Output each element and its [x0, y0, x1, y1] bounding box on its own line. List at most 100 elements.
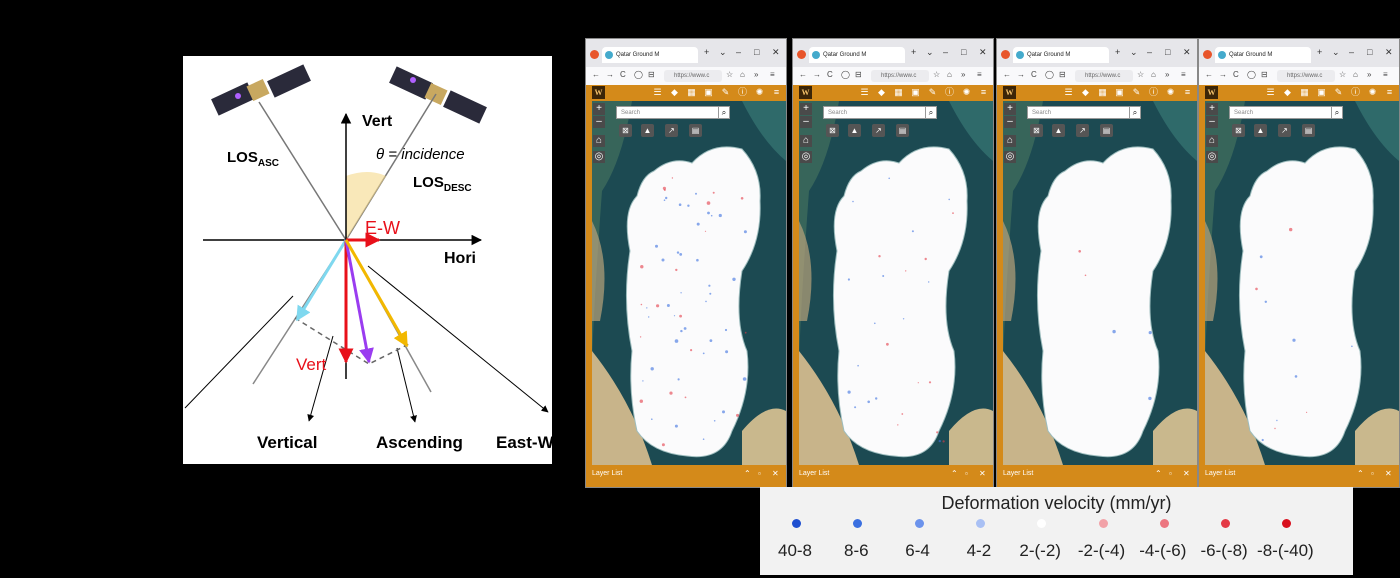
- search-icon[interactable]: ⌕: [925, 106, 937, 119]
- image-widget-icon[interactable]: ▲: [1052, 124, 1065, 137]
- reload-icon[interactable]: C: [620, 70, 626, 79]
- expand-icon[interactable]: ⌃: [951, 469, 958, 478]
- table-widget-icon[interactable]: ▤: [896, 124, 909, 137]
- search-icon[interactable]: ⌕: [1129, 106, 1141, 119]
- new-tab-icon[interactable]: +: [1317, 47, 1322, 57]
- chevron-down-icon[interactable]: ⌄: [926, 47, 934, 58]
- layers-icon[interactable]: ◆: [669, 87, 680, 98]
- expand-icon[interactable]: ⌃: [1357, 469, 1364, 478]
- lock-icon[interactable]: ⊟: [855, 70, 862, 79]
- more-icon[interactable]: ≡: [1384, 87, 1395, 98]
- search-input[interactable]: Search: [1027, 106, 1139, 119]
- more-icon[interactable]: ≡: [771, 87, 782, 98]
- zoom-out-button[interactable]: –: [593, 116, 605, 128]
- close-icon[interactable]: ✕: [979, 47, 987, 58]
- maximize-icon[interactable]: □: [961, 47, 966, 57]
- close-panel-icon[interactable]: ✕: [772, 469, 779, 478]
- qatar-map[interactable]: [1003, 101, 1197, 465]
- minimize-icon[interactable]: –: [943, 47, 948, 57]
- browser-tab[interactable]: Qatar Ground M: [809, 47, 905, 63]
- share-icon[interactable]: ✺: [961, 87, 972, 98]
- forward-icon[interactable]: →: [1219, 70, 1227, 79]
- draw-icon[interactable]: ✎: [1333, 87, 1344, 98]
- share-icon[interactable]: ✺: [1367, 87, 1378, 98]
- chart-widget-icon[interactable]: ↗: [1076, 124, 1089, 137]
- chevron-down-icon[interactable]: ⌄: [1332, 47, 1340, 58]
- overflow-icon[interactable]: »: [1165, 70, 1169, 79]
- restore-icon[interactable]: ▫: [758, 469, 761, 478]
- url-field[interactable]: https://www.c: [664, 70, 722, 82]
- zoom-in-button[interactable]: +: [800, 103, 812, 115]
- expand-icon[interactable]: ⌃: [744, 469, 751, 478]
- close-icon[interactable]: ✕: [1385, 47, 1393, 58]
- layer-list-bar[interactable]: Layer List ⌃ ▫ ✕: [793, 465, 993, 487]
- browser-tab[interactable]: Qatar Ground M: [1215, 47, 1311, 63]
- basemap-icon[interactable]: ▣: [703, 87, 714, 98]
- close-panel-icon[interactable]: ✕: [979, 469, 986, 478]
- qatar-map[interactable]: [592, 101, 786, 465]
- more-icon[interactable]: ≡: [978, 87, 989, 98]
- extensions-icon[interactable]: ⌂: [1353, 70, 1358, 79]
- new-tab-icon[interactable]: +: [1115, 47, 1120, 57]
- locate-icon[interactable]: ◎: [1206, 151, 1218, 163]
- info-icon[interactable]: ⓘ: [1148, 87, 1159, 98]
- grid-icon[interactable]: ▦: [1097, 87, 1108, 98]
- minimize-icon[interactable]: –: [736, 47, 741, 57]
- search-input[interactable]: Search: [616, 106, 728, 119]
- layer-list-bar[interactable]: Layer List ⌃ ▫ ✕: [586, 465, 786, 487]
- zoom-out-button[interactable]: –: [800, 116, 812, 128]
- maximize-icon[interactable]: □: [1367, 47, 1372, 57]
- lock-icon[interactable]: ⊟: [1261, 70, 1268, 79]
- extensions-icon[interactable]: ⌂: [1151, 70, 1156, 79]
- reload-icon[interactable]: C: [827, 70, 833, 79]
- select-widget-icon[interactable]: ⊠: [619, 124, 632, 137]
- locate-icon[interactable]: ◎: [593, 151, 605, 163]
- lock-icon[interactable]: ⊟: [1059, 70, 1066, 79]
- grid-icon[interactable]: ▦: [686, 87, 697, 98]
- home-icon[interactable]: ⌂: [1004, 135, 1016, 147]
- basemap-icon[interactable]: ▣: [1316, 87, 1327, 98]
- restore-icon[interactable]: ▫: [965, 469, 968, 478]
- menu-icon[interactable]: ≡: [1383, 70, 1388, 79]
- bookmark-star-icon[interactable]: ☆: [1339, 70, 1346, 79]
- back-icon[interactable]: ←: [1205, 70, 1213, 79]
- home-icon[interactable]: ⌂: [593, 135, 605, 147]
- url-field[interactable]: https://www.c: [1075, 70, 1133, 82]
- share-icon[interactable]: ✺: [1165, 87, 1176, 98]
- back-icon[interactable]: ←: [799, 70, 807, 79]
- menu-icon[interactable]: ≡: [977, 70, 982, 79]
- restore-icon[interactable]: ▫: [1371, 469, 1374, 478]
- close-panel-icon[interactable]: ✕: [1385, 469, 1392, 478]
- browser-tab[interactable]: Qatar Ground M: [602, 47, 698, 63]
- select-widget-icon[interactable]: ⊠: [826, 124, 839, 137]
- search-input[interactable]: Search: [1229, 106, 1341, 119]
- zoom-in-button[interactable]: +: [1004, 103, 1016, 115]
- basemap-icon[interactable]: ▣: [1114, 87, 1125, 98]
- qatar-map[interactable]: [799, 101, 993, 465]
- layer-list-bar[interactable]: Layer List ⌃ ▫ ✕: [1199, 465, 1399, 487]
- list-icon[interactable]: ☰: [1063, 87, 1074, 98]
- zoom-out-button[interactable]: –: [1004, 116, 1016, 128]
- new-tab-icon[interactable]: +: [704, 47, 709, 57]
- draw-icon[interactable]: ✎: [927, 87, 938, 98]
- layer-list-bar[interactable]: Layer List ⌃ ▫ ✕: [997, 465, 1197, 487]
- close-panel-icon[interactable]: ✕: [1183, 469, 1190, 478]
- image-widget-icon[interactable]: ▲: [1254, 124, 1267, 137]
- menu-icon[interactable]: ≡: [1181, 70, 1186, 79]
- table-widget-icon[interactable]: ▤: [689, 124, 702, 137]
- image-widget-icon[interactable]: ▲: [848, 124, 861, 137]
- list-icon[interactable]: ☰: [859, 87, 870, 98]
- table-widget-icon[interactable]: ▤: [1302, 124, 1315, 137]
- close-icon[interactable]: ✕: [772, 47, 780, 58]
- layers-icon[interactable]: ◆: [1080, 87, 1091, 98]
- qatar-map[interactable]: [1205, 101, 1399, 465]
- maximize-icon[interactable]: □: [1165, 47, 1170, 57]
- new-tab-icon[interactable]: +: [911, 47, 916, 57]
- url-field[interactable]: https://www.c: [1277, 70, 1335, 82]
- info-icon[interactable]: ⓘ: [1350, 87, 1361, 98]
- locate-icon[interactable]: ◎: [1004, 151, 1016, 163]
- minimize-icon[interactable]: –: [1147, 47, 1152, 57]
- info-icon[interactable]: ⓘ: [944, 87, 955, 98]
- shield-icon[interactable]: ◯: [1247, 70, 1256, 79]
- overflow-icon[interactable]: »: [1367, 70, 1371, 79]
